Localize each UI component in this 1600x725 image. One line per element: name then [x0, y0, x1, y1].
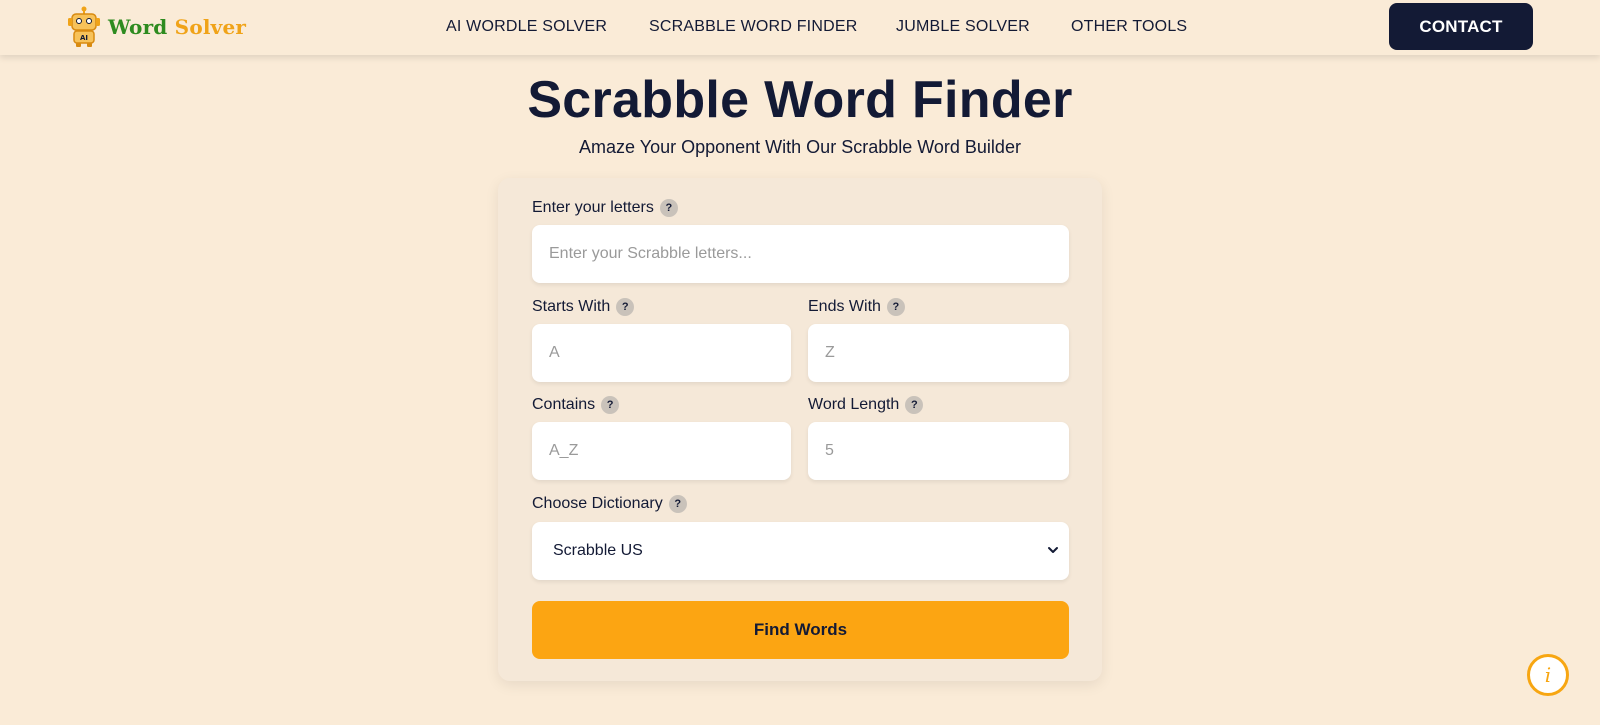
nav-ai-wordle-solver[interactable]: AI WORDLE SOLVER [446, 18, 607, 36]
question-mark-icon[interactable]: ? [668, 495, 687, 513]
question-mark-icon[interactable]: ? [616, 298, 635, 316]
page-subtitle: Amaze Your Opponent With Our Scrabble Wo… [579, 137, 1021, 157]
starts-with-label: Starts With ? [532, 298, 635, 316]
find-words-button[interactable]: Find Words [532, 601, 1069, 659]
ends-with-input[interactable] [808, 324, 1069, 382]
starts-with-label-text: Starts With [532, 298, 611, 315]
nav-scrabble-word-finder[interactable]: SCRABBLE WORD FINDER [649, 18, 857, 36]
question-mark-icon[interactable]: ? [659, 199, 678, 217]
robot-badge-text: AI [80, 34, 88, 42]
dictionary-select[interactable]: Scrabble US [532, 522, 1069, 580]
question-mark-icon[interactable]: ? [905, 396, 924, 414]
contains-input[interactable] [532, 422, 791, 480]
ends-with-label-text: Ends With [808, 298, 881, 315]
question-mark-icon[interactable]: ? [886, 298, 905, 316]
letters-label: Enter your letters ? [532, 199, 678, 217]
logo-text: Word Solver [108, 15, 246, 39]
dictionary-label-text: Choose Dictionary [532, 495, 663, 512]
contains-label: Contains ? [532, 396, 620, 414]
word-length-input[interactable] [808, 422, 1069, 480]
dictionary-label: Choose Dictionary ? [532, 495, 687, 513]
page-title: Scrabble Word Finder [527, 71, 1073, 129]
logo-word: Word [108, 15, 168, 39]
contact-button[interactable]: CONTACT [1389, 3, 1533, 50]
nav-jumble-solver[interactable]: JUMBLE SOLVER [896, 18, 1030, 36]
starts-with-input[interactable] [532, 324, 791, 382]
letters-label-text: Enter your letters [532, 199, 654, 216]
site-header: AI Word Solver AI WORDLE SOLVER SCRABBLE… [0, 0, 1600, 55]
letters-input[interactable] [532, 225, 1069, 283]
info-icon[interactable]: i [1527, 654, 1569, 696]
question-mark-icon[interactable]: ? [601, 396, 620, 414]
logo[interactable]: AI Word Solver [66, 6, 246, 48]
word-length-label: Word Length ? [808, 396, 924, 414]
word-length-label-text: Word Length [808, 396, 900, 413]
ends-with-label: Ends With ? [808, 298, 905, 316]
logo-solver: Solver [174, 15, 247, 39]
dictionary-selected-value: Scrabble US [553, 542, 643, 559]
robot-icon: AI [68, 6, 100, 47]
contains-label-text: Contains [532, 396, 596, 413]
nav-other-tools[interactable]: OTHER TOOLS [1071, 18, 1187, 36]
chevron-down-icon [1048, 547, 1058, 553]
